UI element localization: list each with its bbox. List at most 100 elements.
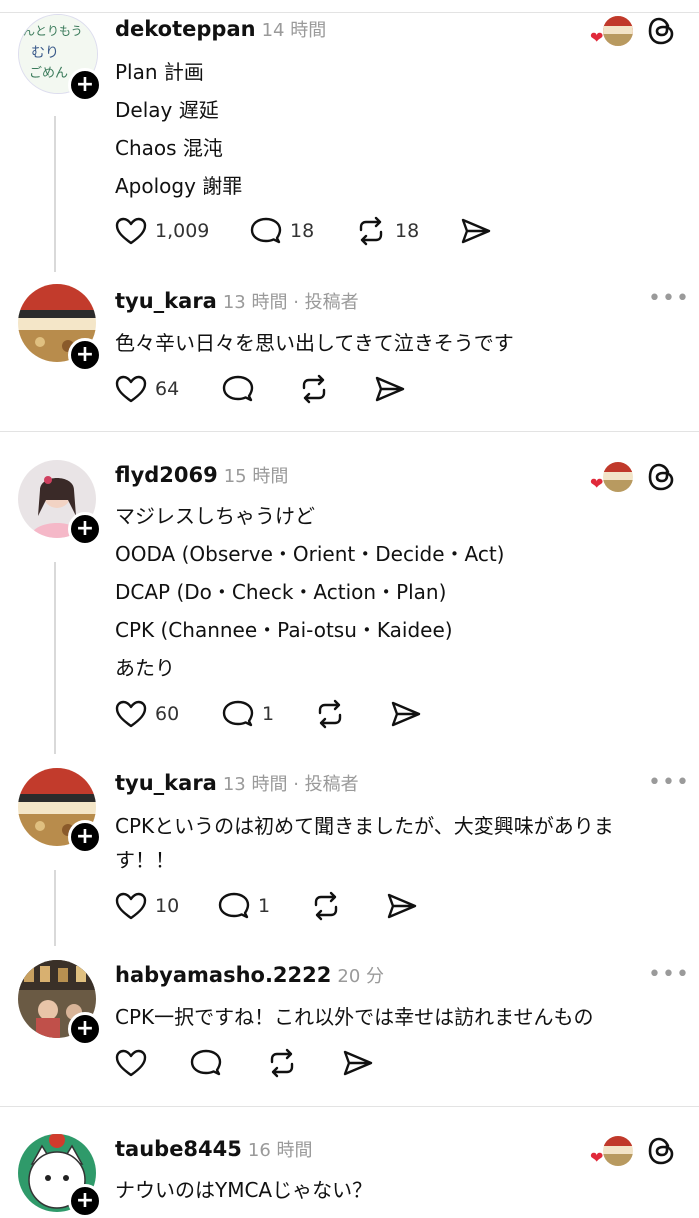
comment-button[interactable]: 1	[222, 699, 274, 729]
heart-icon	[115, 892, 147, 920]
post-text-line: あたり	[115, 656, 175, 680]
comment-button[interactable]: 18	[250, 216, 314, 246]
comment-icon	[190, 1049, 222, 1076]
post-text-line: CPKというのは初めて聞きましたが、大変興味がありま	[115, 814, 614, 838]
like-count: 10	[155, 895, 180, 917]
heart-icon	[115, 375, 147, 403]
liked-author-avatar	[603, 462, 633, 492]
like-count: 1,009	[155, 220, 210, 242]
timestamp: 13 時間 · 投稿者	[222, 774, 359, 795]
post-text-line: Delay 遅延	[115, 98, 219, 122]
post-divider	[0, 431, 699, 432]
comment-icon	[222, 375, 254, 402]
heart-badge-icon: ❤	[590, 1148, 604, 1167]
more-icon[interactable]: •••	[648, 962, 690, 987]
avatar-text-1: んとりもう	[23, 24, 83, 38]
share-icon	[343, 1050, 373, 1076]
heart-icon	[115, 700, 147, 728]
threads-logo-icon[interactable]	[648, 1136, 676, 1170]
repost-icon	[302, 374, 326, 404]
avatar-text-2: むり	[31, 45, 59, 61]
share-icon	[391, 701, 421, 727]
heart-icon	[115, 217, 147, 245]
heart-badge-icon: ❤	[590, 28, 604, 47]
like-count: 64	[155, 378, 180, 400]
share-button[interactable]	[386, 891, 418, 921]
comment-button[interactable]	[222, 374, 254, 404]
timestamp: 15 時間	[223, 466, 289, 487]
like-button[interactable]: 10	[115, 891, 179, 921]
like-count: 60	[155, 703, 180, 725]
thread-line	[54, 870, 56, 946]
like-button[interactable]: 64	[115, 374, 179, 404]
comment-count: 1	[258, 895, 271, 917]
comment-button[interactable]	[190, 1048, 222, 1078]
post-text-line: CPK (Channee・Pai-otsu・Kaidee)	[115, 618, 453, 642]
liked-author-avatar	[603, 16, 633, 46]
username[interactable]: dekoteppan	[115, 17, 256, 41]
share-button[interactable]	[390, 699, 422, 729]
more-icon[interactable]: •••	[648, 286, 690, 311]
username[interactable]: tyu_kara	[115, 289, 217, 313]
share-button[interactable]	[342, 1048, 374, 1078]
follow-plus-button[interactable]: +	[68, 1012, 102, 1046]
post-text-line: OODA (Observe・Orient・Decide・Act)	[115, 542, 505, 566]
comment-icon	[250, 217, 282, 244]
top-divider	[0, 12, 699, 13]
thread-line	[54, 116, 56, 272]
timestamp: 20 分	[337, 966, 385, 987]
timestamp: 13 時間 · 投稿者	[222, 292, 359, 313]
repost-button[interactable]	[314, 699, 346, 729]
username[interactable]: taube8445	[115, 1137, 242, 1161]
repost-button[interactable]: 18	[355, 216, 419, 246]
follow-plus-button[interactable]: +	[68, 338, 102, 372]
post-text-line: Plan 計画	[115, 60, 204, 84]
comment-icon	[218, 892, 250, 919]
post-text-line: Chaos 混沌	[115, 136, 223, 160]
comment-icon	[222, 700, 254, 727]
repost-button[interactable]	[266, 1048, 298, 1078]
comment-count: 1	[262, 703, 275, 725]
username[interactable]: habyamasho.2222	[115, 963, 331, 987]
repost-count: 18	[395, 220, 420, 242]
comment-button[interactable]: 1	[218, 891, 270, 921]
repost-icon	[318, 699, 342, 729]
post-header: tyu_kara 13 時間 · 投稿者	[115, 288, 359, 314]
share-icon	[461, 218, 491, 244]
post-text-line: Apology 謝罪	[115, 174, 243, 198]
post-header: dekoteppan 14 時間	[115, 16, 326, 42]
post-header: taube8445 16 時間	[115, 1136, 313, 1162]
post-header: flyd2069 15 時間	[115, 462, 288, 488]
username[interactable]: flyd2069	[115, 463, 218, 487]
share-icon	[387, 893, 417, 919]
like-button[interactable]: 60	[115, 699, 179, 729]
comment-count: 18	[290, 220, 315, 242]
heart-badge-icon: ❤	[590, 474, 604, 493]
timestamp: 14 時間	[261, 20, 327, 41]
follow-plus-button[interactable]: +	[68, 820, 102, 854]
repost-icon	[359, 216, 383, 246]
post-divider	[0, 1106, 699, 1107]
repost-button[interactable]	[298, 374, 330, 404]
follow-plus-button[interactable]: +	[68, 68, 102, 102]
post-header: tyu_kara 13 時間 · 投稿者	[115, 770, 359, 796]
liked-author-avatar	[603, 1136, 633, 1166]
post-text-line: CPK一択ですね！これ以外では幸せは訪れませんもの	[115, 1005, 594, 1029]
follow-plus-button[interactable]: +	[68, 512, 102, 546]
share-icon	[375, 376, 405, 402]
share-button[interactable]	[460, 216, 492, 246]
threads-logo-icon[interactable]	[648, 462, 676, 496]
timestamp: 16 時間	[247, 1140, 313, 1161]
post-text-line: マジレスしちゃうけど	[115, 504, 315, 528]
like-button[interactable]	[115, 1048, 147, 1078]
like-button[interactable]: 1,009	[115, 216, 209, 246]
post-text-line: ナウいのはYMCAじゃない？	[115, 1178, 373, 1202]
post-text-line: す！！	[115, 848, 175, 872]
follow-plus-button[interactable]: +	[68, 1184, 102, 1218]
threads-logo-icon[interactable]	[648, 16, 676, 50]
more-icon[interactable]: •••	[648, 770, 690, 795]
repost-button[interactable]	[310, 891, 342, 921]
username[interactable]: tyu_kara	[115, 771, 217, 795]
heart-icon	[115, 1049, 147, 1077]
share-button[interactable]	[374, 374, 406, 404]
